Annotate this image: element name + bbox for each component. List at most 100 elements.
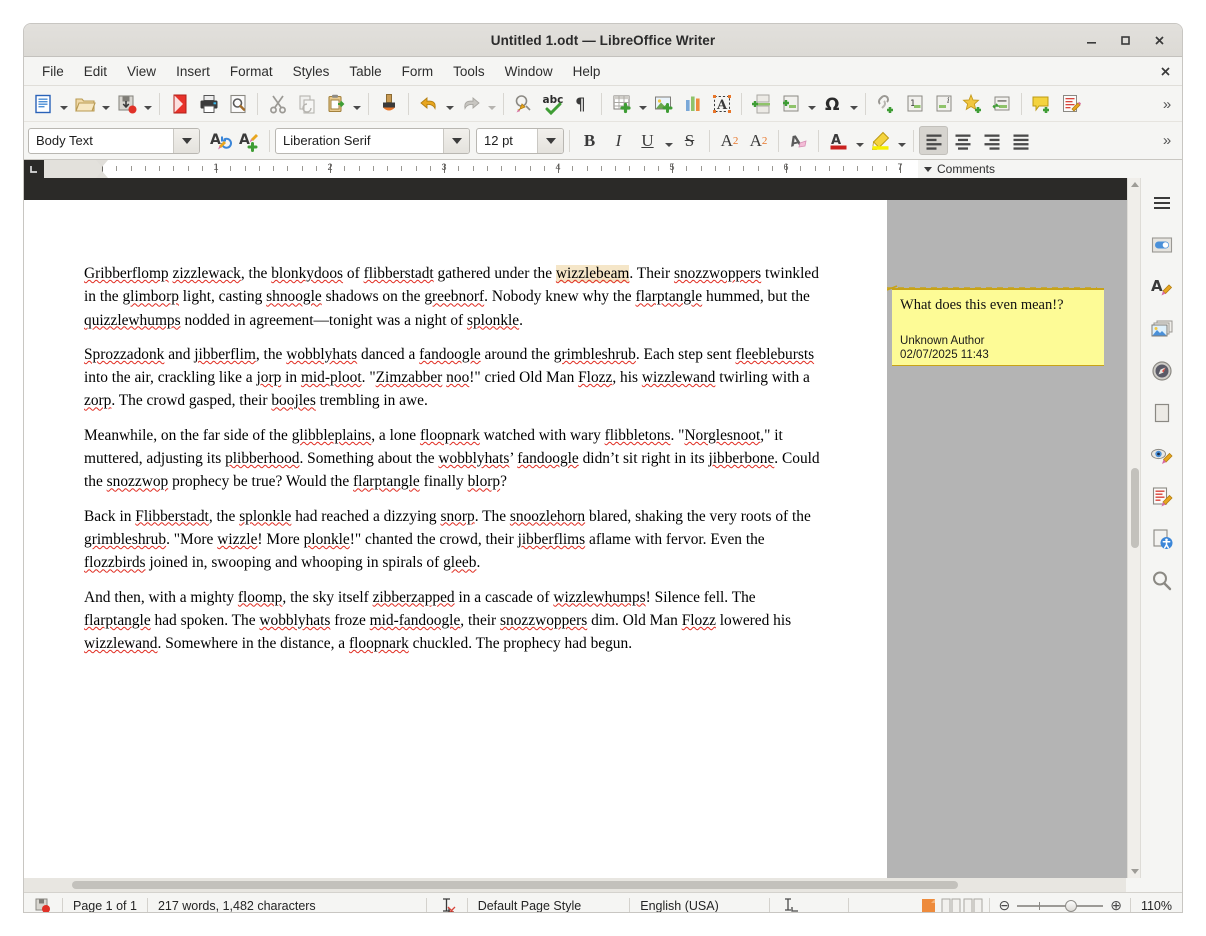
align-center-button[interactable] xyxy=(948,126,977,155)
document-paragraph[interactable]: Sprozzadonk and jibberflim, the wobblyha… xyxy=(84,343,820,413)
document-paragraph[interactable]: Back in Flibberstadt, the splonkle had r… xyxy=(84,505,820,575)
save-icon[interactable] xyxy=(112,89,141,118)
document-page[interactable]: Gribberflomp zizzlewack, the blonkydoos … xyxy=(24,200,887,878)
sidebar-gallery-icon[interactable] xyxy=(1145,312,1179,346)
misspelled-word[interactable]: snozzwoppers xyxy=(674,265,761,282)
misspelled-word[interactable]: grimbleshrub xyxy=(554,346,636,363)
zoom-in-button[interactable]: ⊕ xyxy=(1110,897,1122,912)
single-page-view-icon[interactable] xyxy=(919,898,938,913)
insert-page-break-icon[interactable] xyxy=(747,89,776,118)
spelling-icon[interactable]: abc xyxy=(538,89,567,118)
paragraph-style-dropdown[interactable] xyxy=(173,129,199,153)
misspelled-word[interactable]: wobblyhats xyxy=(438,450,509,467)
horizontal-ruler[interactable]: 1234567 xyxy=(44,160,918,178)
close-button[interactable] xyxy=(1142,24,1176,57)
align-right-button[interactable] xyxy=(977,126,1006,155)
menu-styles[interactable]: Styles xyxy=(283,61,340,82)
misspelled-word[interactable]: fleeblebursts xyxy=(735,346,814,363)
insert-hyperlink-icon[interactable] xyxy=(871,89,900,118)
first-line-indent-marker[interactable] xyxy=(96,160,108,167)
misspelled-word[interactable]: flibbletons xyxy=(605,427,671,444)
misspelled-word[interactable]: floomp xyxy=(238,589,282,606)
insert-image-icon[interactable] xyxy=(649,89,678,118)
misspelled-word[interactable]: snozzwoppers xyxy=(500,612,587,629)
misspelled-word[interactable]: plonkle xyxy=(304,531,350,548)
misspelled-word[interactable]: gleeb xyxy=(443,554,476,571)
misspelled-word[interactable]: grimbleshrub xyxy=(84,531,166,548)
zoom-slider[interactable]: ⊖ ⊕ xyxy=(990,897,1129,912)
misspelled-word[interactable]: jorp xyxy=(256,369,281,386)
align-left-button[interactable] xyxy=(919,126,948,155)
maximize-button[interactable] xyxy=(1108,24,1142,57)
misspelled-word[interactable]: fandoogle xyxy=(419,346,481,363)
insert-special-character-dropdown[interactable] xyxy=(847,89,860,118)
align-justified-button[interactable] xyxy=(1006,126,1035,155)
misspelled-word[interactable]: snorp xyxy=(440,508,474,525)
print-preview-icon[interactable] xyxy=(223,89,252,118)
highlight-color-dropdown[interactable] xyxy=(895,126,908,155)
misspelled-word[interactable]: wobblyhats xyxy=(286,346,357,363)
insert-table-icon[interactable] xyxy=(607,89,636,118)
misspelled-word[interactable]: glibbleplains xyxy=(292,427,372,444)
insert-footnote-icon[interactable]: 1 xyxy=(900,89,929,118)
document-text-body[interactable]: Gribberflomp zizzlewack, the blonkydoos … xyxy=(24,200,887,655)
redo-icon[interactable] xyxy=(456,89,485,118)
misspelled-word[interactable]: floopnark xyxy=(349,635,409,652)
misspelled-word[interactable]: zizzlewack xyxy=(173,265,241,282)
sidebar-settings-menu-icon[interactable] xyxy=(1145,186,1179,220)
menu-form[interactable]: Form xyxy=(392,61,444,82)
misspelled-word[interactable]: flarptangle xyxy=(84,612,151,629)
sidebar-manage-changes-icon[interactable] xyxy=(1145,480,1179,514)
misspelled-word[interactable]: wobblyhats xyxy=(259,612,330,629)
document-paragraph[interactable]: Gribberflomp zizzlewack, the blonkydoos … xyxy=(84,262,820,332)
sidebar-style-inspector-icon[interactable] xyxy=(1145,438,1179,472)
horizontal-scroll-thumb[interactable] xyxy=(72,881,958,889)
insert-endnote-icon[interactable]: i xyxy=(929,89,958,118)
language[interactable]: English (USA) xyxy=(630,893,729,913)
insert-field-dropdown[interactable] xyxy=(805,89,818,118)
misspelled-word[interactable]: flarptangle xyxy=(635,288,702,305)
comment-text[interactable]: What does this even mean!? xyxy=(900,296,1096,314)
undo-dropdown[interactable] xyxy=(443,89,456,118)
italic-button[interactable]: I xyxy=(604,126,633,155)
formatting-marks-icon[interactable]: ¶ xyxy=(567,89,596,118)
misspelled-word[interactable]: boojles xyxy=(271,392,315,409)
subscript-button[interactable]: A2 xyxy=(744,126,773,155)
misspelled-word[interactable]: flibberstadt xyxy=(364,265,434,282)
new-document-dropdown[interactable] xyxy=(57,89,70,118)
misspelled-word[interactable]: Gribberflomp xyxy=(84,265,169,282)
save-dropdown[interactable] xyxy=(141,89,154,118)
menu-file[interactable]: File xyxy=(32,61,74,82)
left-indent-marker[interactable] xyxy=(96,171,108,178)
misspelled-word[interactable]: zorp xyxy=(84,392,111,409)
formatting-toolbar-overflow[interactable]: » xyxy=(1156,122,1178,158)
zoom-level[interactable]: 110% xyxy=(1131,893,1182,913)
horizontal-scrollbar[interactable] xyxy=(24,878,1126,892)
insert-text-box-icon[interactable]: A xyxy=(707,89,736,118)
insert-cross-reference-icon[interactable] xyxy=(987,89,1016,118)
sidebar-navigator-icon[interactable] xyxy=(1145,354,1179,388)
misspelled-word[interactable]: wizzlewhumps xyxy=(553,589,645,606)
bold-button[interactable]: B xyxy=(575,126,604,155)
tab-stop-selector[interactable] xyxy=(24,160,44,178)
misspelled-word[interactable]: fandoogle xyxy=(517,450,579,467)
font-size-dropdown[interactable] xyxy=(537,129,563,153)
insert-table-dropdown[interactable] xyxy=(636,89,649,118)
font-color-dropdown[interactable] xyxy=(853,126,866,155)
sidebar-accessibility-check-icon[interactable] xyxy=(1145,522,1179,556)
track-changes-icon[interactable] xyxy=(1056,89,1085,118)
copy-icon[interactable] xyxy=(292,89,321,118)
misspelled-word[interactable]: Flozz xyxy=(578,369,612,386)
zoom-out-button[interactable]: ⊖ xyxy=(998,897,1010,912)
misspelled-word[interactable]: Norglesnoot xyxy=(684,427,760,444)
vertical-scrollbar[interactable] xyxy=(1127,178,1141,878)
misspelled-word[interactable]: blorp xyxy=(468,473,501,490)
misspelled-word[interactable]: mid-fandoogle xyxy=(370,612,461,629)
misspelled-word[interactable]: Zimzabber xyxy=(376,369,443,386)
update-style-icon[interactable]: A xyxy=(206,126,235,155)
sidebar-page-icon[interactable] xyxy=(1145,396,1179,430)
sidebar-find-icon[interactable] xyxy=(1145,564,1179,598)
misspelled-word[interactable]: plibberhood xyxy=(225,450,299,467)
sidebar-styles-icon[interactable]: A xyxy=(1145,270,1179,304)
misspelled-word[interactable]: jibberflim xyxy=(194,346,256,363)
